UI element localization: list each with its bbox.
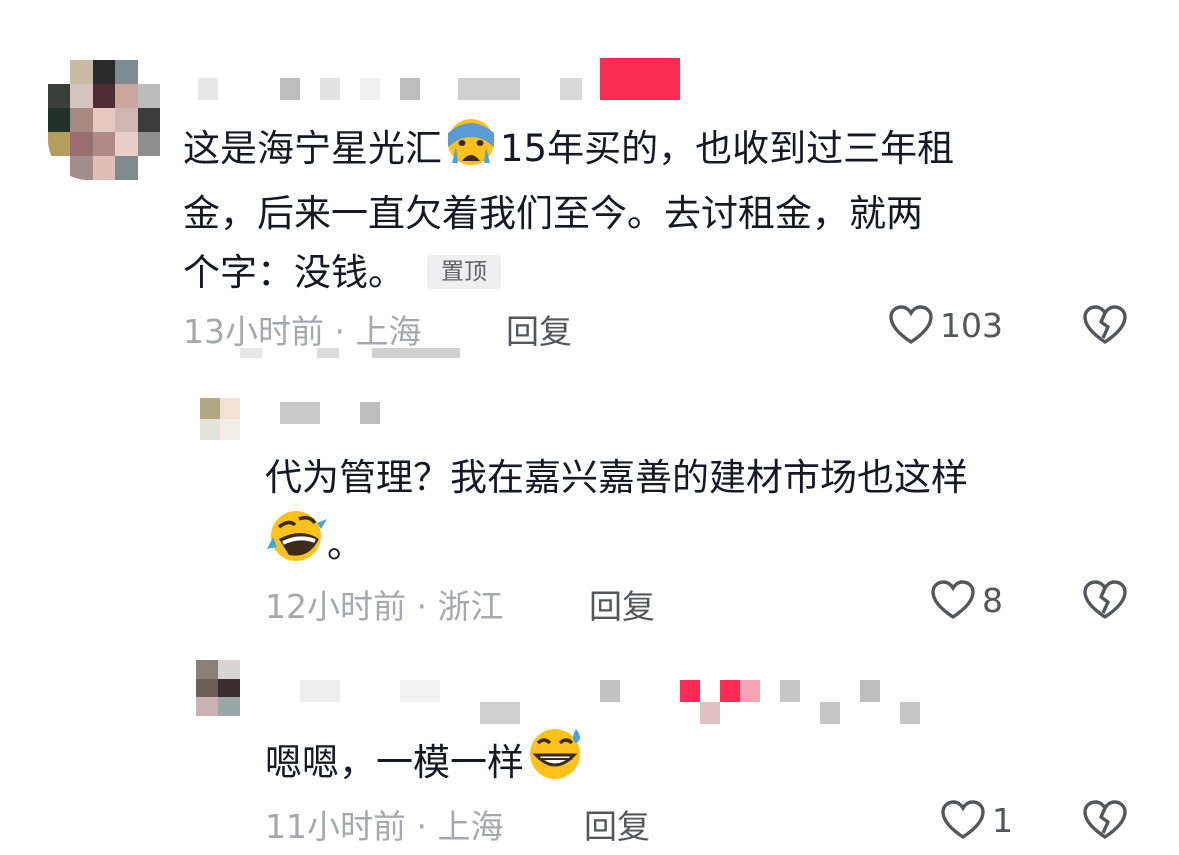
comment-text: 代为管理？我在嘉兴嘉善的建材市场也这样 。 [265,448,1145,580]
username-blurred[interactable] [300,680,920,724]
like-count: 1 [992,800,1013,840]
like-button[interactable]: 8 [930,580,1003,620]
pinned-badge: 置顶 [427,255,501,289]
reply-button[interactable]: 回复 [584,800,650,848]
time-location: 11小时前 · 上海 [265,807,504,846]
broken-heart-icon [1083,800,1127,839]
crying-face-icon [442,117,500,184]
rolling-laughing-face-icon [265,507,327,580]
time-location: 12小时前 · 浙江 [265,587,504,626]
avatar[interactable] [196,660,240,716]
dislike-button[interactable] [1082,580,1128,624]
broken-heart-icon [1083,305,1127,344]
grinning-sweat-face-icon [524,725,586,798]
heart-icon [889,305,933,345]
like-count: 103 [940,305,1003,345]
like-count: 8 [982,580,1003,620]
reply-button[interactable]: 回复 [589,580,655,628]
like-button[interactable]: 1 [940,800,1013,840]
avatar[interactable] [48,60,160,180]
reply-item: 嗯嗯，一模一样 11小时前 · 上海 回复 1 [0,650,1179,855]
comment-text: 嗯嗯，一模一样 [265,725,1145,798]
blur-smudge [240,348,460,358]
username-blurred[interactable] [280,402,390,424]
comment-item: 这是海宁星光汇 15年买的，也收到过三年租 金，后来一直欠着我们至今。去讨租金，… [0,0,1179,370]
heart-icon [931,580,975,620]
reply-item: 代为管理？我在嘉兴嘉善的建材市场也这样 。 12小时前 · 浙江 回复 8 [0,380,1179,650]
broken-heart-icon [1083,580,1127,619]
reply-button[interactable]: 回复 [506,305,572,353]
username-blurred[interactable] [198,58,698,100]
avatar[interactable] [200,398,240,440]
dislike-button[interactable] [1082,305,1128,349]
like-button[interactable]: 103 [888,305,1003,345]
comment-text: 这是海宁星光汇 15年买的，也收到过三年租 金，后来一直欠着我们至今。去讨租金，… [183,117,1143,302]
time-location: 13小时前 · 上海 [183,312,422,351]
dislike-button[interactable] [1082,800,1128,844]
heart-icon [941,800,985,840]
